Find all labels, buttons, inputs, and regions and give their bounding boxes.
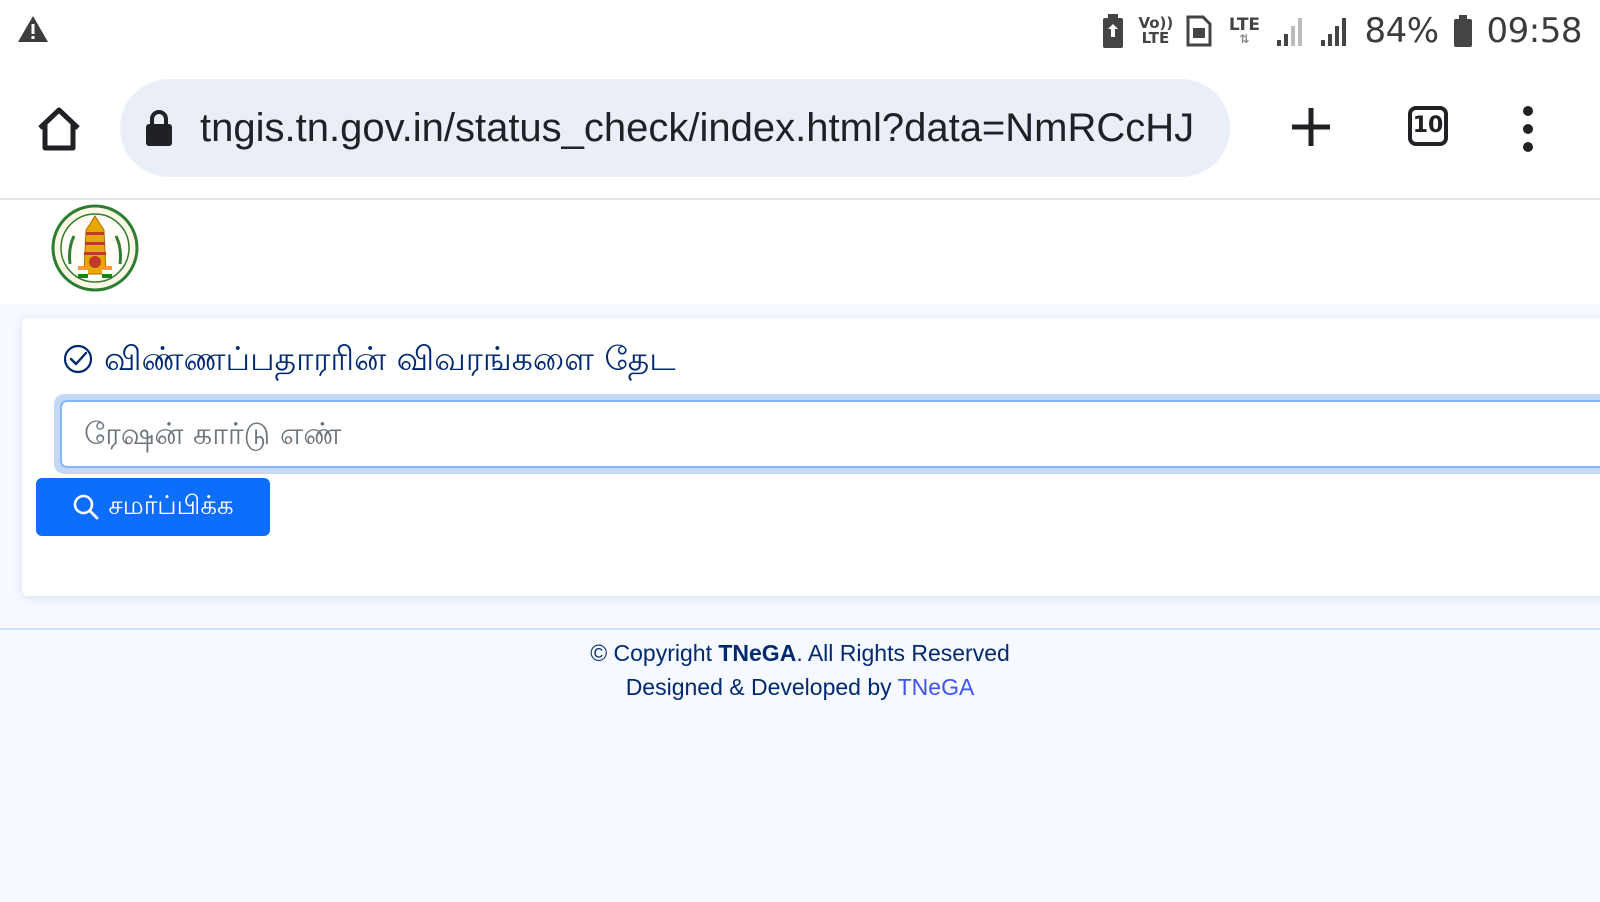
sim-card-icon bbox=[1186, 15, 1212, 47]
search-icon bbox=[74, 494, 99, 520]
card-title-text: விண்ணப்பதாரரின் விவரங்களை தேட bbox=[104, 339, 676, 378]
tnega-link[interactable]: TNeGA bbox=[898, 674, 975, 700]
signal-bars-icon-2 bbox=[1321, 18, 1347, 46]
browser-toolbar: tngis.tn.gov.in/status_check/index.html?… bbox=[0, 62, 1600, 200]
status-bar: Vo)) LTE LTE ⇅ 84% 09:58 bbox=[0, 0, 1600, 62]
tabs-icon[interactable]: 10 bbox=[1408, 106, 1448, 146]
url-text[interactable]: tngis.tn.gov.in/status_check/index.html?… bbox=[200, 79, 1220, 177]
submit-button-label: சமர்ப்பிக்க bbox=[108, 490, 234, 521]
lock-icon[interactable] bbox=[144, 109, 174, 147]
submit-button[interactable]: சமர்ப்பிக்க bbox=[36, 478, 270, 536]
plus-icon[interactable] bbox=[1288, 104, 1334, 150]
home-icon[interactable] bbox=[34, 104, 84, 154]
more-vert-icon[interactable] bbox=[1518, 104, 1538, 154]
lte-data-icon: LTE ⇅ bbox=[1226, 15, 1262, 46]
ration-card-number-input[interactable] bbox=[60, 400, 1600, 468]
status-icons: Vo)) LTE LTE ⇅ 84% 09:58 bbox=[1102, 8, 1583, 54]
battery-saver-icon bbox=[1103, 14, 1124, 48]
tamil-nadu-emblem-icon[interactable] bbox=[50, 202, 140, 298]
copyright-suffix: . All Rights Reserved bbox=[796, 640, 1010, 666]
footer: © Copyright TNeGA. All Rights Reserved D… bbox=[0, 628, 1600, 902]
signal-bars-icon bbox=[1277, 18, 1303, 46]
address-bar[interactable]: tngis.tn.gov.in/status_check/index.html?… bbox=[120, 79, 1230, 177]
check-circle-icon bbox=[63, 344, 93, 374]
battery-icon bbox=[1453, 15, 1472, 47]
credits-prefix: Designed & Developed by bbox=[625, 674, 898, 700]
copyright-org: TNeGA bbox=[718, 640, 797, 666]
page-header bbox=[0, 200, 1600, 304]
card-title: விண்ணப்பதாரரின் விவரங்களை தேட bbox=[62, 336, 676, 382]
copyright-line: © Copyright TNeGA. All Rights Reserved bbox=[0, 636, 1600, 670]
clock: 09:58 bbox=[1486, 11, 1583, 51]
copyright-prefix: © Copyright bbox=[590, 640, 719, 666]
warning-triangle-icon bbox=[18, 16, 48, 42]
credits-line: Designed & Developed by TNeGA bbox=[0, 670, 1600, 704]
ration-card-input-focus-ring bbox=[54, 394, 1600, 474]
lte-label: LTE bbox=[1228, 15, 1261, 35]
battery-percent: 84% bbox=[1364, 11, 1439, 51]
volte-icon: Vo)) LTE bbox=[1138, 14, 1174, 47]
search-card: விண்ணப்பதாரரின் விவரங்களை தேட சமர்ப்பிக்… bbox=[22, 318, 1600, 596]
